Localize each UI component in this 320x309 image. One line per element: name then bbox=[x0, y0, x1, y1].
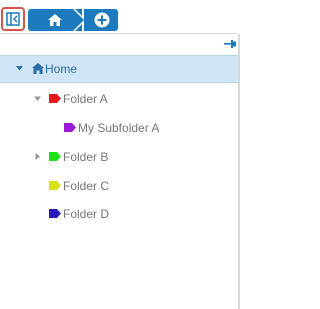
tree-item[interactable]: Folder B bbox=[0, 148, 238, 166]
expanded-caret-icon[interactable] bbox=[34, 95, 41, 102]
collapsed-caret-icon[interactable] bbox=[34, 153, 41, 160]
collapse-panel-icon bbox=[6, 12, 20, 26]
panel-right-border bbox=[238, 34, 240, 309]
tree-item-label: Folder D bbox=[63, 207, 110, 221]
folder-tag-icon bbox=[49, 94, 61, 103]
tree-root-label: Home bbox=[45, 62, 78, 76]
tree-root-home[interactable]: Home bbox=[0, 55, 238, 83]
plus-circle-icon bbox=[94, 12, 110, 28]
tree-item-label: Folder A bbox=[63, 92, 108, 106]
folder-tag-icon bbox=[49, 209, 61, 218]
expanded-caret-icon[interactable] bbox=[16, 66, 23, 71]
tree-item-label: Folder C bbox=[63, 179, 110, 193]
collapse-sidebar-button[interactable] bbox=[1, 7, 25, 31]
tree-item-label: My Subfolder A bbox=[78, 121, 160, 135]
toolbar-divider bbox=[0, 33, 238, 34]
folder-tag-icon bbox=[49, 181, 61, 190]
tree-item[interactable]: My Subfolder A bbox=[0, 119, 238, 137]
folder-tag-icon bbox=[64, 123, 76, 132]
tree-item[interactable]: Folder D bbox=[0, 205, 238, 223]
folder-tag-icon bbox=[49, 152, 61, 161]
tree-item[interactable]: Folder A bbox=[0, 90, 238, 108]
house-icon bbox=[32, 63, 44, 74]
tree-item-label: Folder B bbox=[63, 150, 109, 164]
tree-item[interactable]: Folder C bbox=[0, 177, 238, 195]
pin-icon[interactable] bbox=[224, 39, 236, 49]
home-icon bbox=[48, 14, 62, 26]
breadcrumb-add-button[interactable] bbox=[84, 9, 118, 31]
